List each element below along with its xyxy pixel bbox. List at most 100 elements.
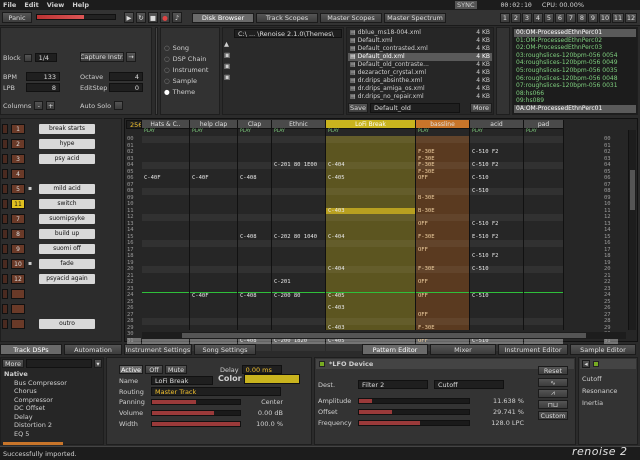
- instrument-row[interactable]: 02:OM-ProcessedEthnPerc03: [514, 44, 636, 52]
- pattern-track[interactable]: acid PLAY C-510 F2 C-510 F2 C-510 C-510 C-510 …: [470, 120, 524, 351]
- saw-wave-icon[interactable]: ⩘: [538, 389, 568, 398]
- track-header[interactable]: bassline: [416, 120, 469, 129]
- seq-mute-button[interactable]: [2, 288, 8, 299]
- param-dropdown[interactable]: Cutoff: [434, 380, 504, 389]
- dsp-search[interactable]: [26, 359, 92, 368]
- track-rows[interactable]: C-510 F2 C-510 F2 C-510 C-510 C-510 F2 E-510 …: [470, 136, 523, 351]
- tab-instrument-settings[interactable]: Instrument Settings: [124, 344, 192, 355]
- slot-2[interactable]: 2: [511, 13, 521, 23]
- sequence-slot[interactable]: [2, 287, 120, 301]
- seq-mute-button[interactable]: [2, 228, 8, 239]
- loop-icon[interactable]: ↻: [136, 12, 146, 23]
- track-header[interactable]: Clap: [238, 120, 271, 129]
- slot-1[interactable]: 1: [500, 13, 510, 23]
- amplitude-slider[interactable]: [358, 398, 470, 404]
- pattern-track[interactable]: bassline PLAY F-30E F-30E F-30E F-30E OFF B-30E…: [416, 120, 470, 351]
- block-toggle[interactable]: [23, 53, 32, 62]
- file-row[interactable]: ▤ dblue_rns18-004.xml 4 KB: [348, 29, 492, 37]
- bpm-value[interactable]: 133: [26, 72, 60, 81]
- columns-plus[interactable]: +: [46, 101, 56, 110]
- tab-instrument-editor[interactable]: Instrument Editor: [498, 344, 568, 355]
- slot-7[interactable]: 7: [566, 13, 576, 23]
- sequence-slot[interactable]: 4: [2, 167, 120, 181]
- slot-3[interactable]: 3: [522, 13, 532, 23]
- dsp-item-distortion-2[interactable]: Distortion 2: [4, 421, 67, 429]
- dsp-item-compressor[interactable]: Compressor: [4, 396, 67, 404]
- sequence-slot[interactable]: 7 suomipsyke: [2, 212, 120, 226]
- dsp-more-button[interactable]: More: [2, 359, 24, 368]
- seq-section-label[interactable]: hype: [39, 138, 95, 149]
- sequence-slot[interactable]: outro: [2, 317, 120, 331]
- lfo-reset-button[interactable]: Reset: [538, 366, 568, 375]
- tab-master-scopes[interactable]: Master Scopes: [320, 13, 382, 23]
- frequency-slider[interactable]: [358, 420, 470, 426]
- off-button[interactable]: Off: [145, 365, 163, 374]
- seq-section-label[interactable]: [39, 304, 95, 314]
- stop-icon[interactable]: ■: [148, 12, 158, 23]
- dsp-item-delay[interactable]: Delay: [4, 413, 67, 421]
- pattern-track[interactable]: Clap PLAY C-408 C-408 C-408 C-408: [238, 120, 272, 351]
- instrument-row[interactable]: 04:roughslices-120bpm-056 0049: [514, 59, 636, 67]
- instrument-row[interactable]: 08:hs066: [514, 90, 636, 98]
- seq-mute-button[interactable]: [2, 138, 8, 149]
- seq-mute-button[interactable]: [2, 213, 8, 224]
- pattern-track[interactable]: LoFi Break PLAY C-404 C-405 C-403 C-404 C-404 C…: [326, 120, 416, 351]
- save-filename[interactable]: Default_old: [370, 103, 460, 113]
- slot-12[interactable]: 12: [625, 13, 637, 23]
- play-icon[interactable]: ▶: [124, 12, 134, 23]
- seq-section-label[interactable]: break starts: [39, 123, 95, 134]
- sequence-slot[interactable]: 2 hype: [2, 137, 120, 151]
- filter-nav-icon[interactable]: ◂: [582, 360, 590, 368]
- track-name-field[interactable]: LoFi Break: [151, 376, 213, 385]
- seq-mute-button[interactable]: [2, 168, 8, 179]
- track-header[interactable]: help clap: [190, 120, 237, 129]
- capture-arrow-icon[interactable]: →: [126, 52, 136, 62]
- seq-mute-button[interactable]: [2, 153, 8, 164]
- instrument-row[interactable]: 06:roughslices-120bpm-056 0048: [514, 75, 636, 83]
- pattern-track[interactable]: help clap PLAY C-40F C-40F: [190, 120, 238, 351]
- track-header[interactable]: Hats & C..: [142, 120, 189, 129]
- menu-view[interactable]: View: [47, 1, 65, 9]
- sequence-slot[interactable]: 8 build up: [2, 227, 120, 241]
- track-rows[interactable]: C-201 80 1E00 C-202 80 1040 C-201 C-200 80 C…: [272, 136, 325, 351]
- pattern-track[interactable]: pad PLAY: [524, 120, 564, 351]
- seq-section-label[interactable]: outro: [39, 318, 95, 329]
- pattern-number[interactable]: 256: [126, 120, 142, 129]
- file-row[interactable]: ▤ Default_contrasted.xml 4 KB: [348, 45, 492, 53]
- seq-section-label[interactable]: psyacid again: [39, 273, 95, 284]
- browser-type-song[interactable]: ○ Song: [164, 43, 208, 52]
- horizontal-scrollbar[interactable]: [142, 332, 626, 339]
- tab-automation[interactable]: Automation: [64, 344, 122, 355]
- sequence-slot[interactable]: 9 suomi off: [2, 242, 120, 256]
- seq-mute-button[interactable]: [2, 273, 8, 284]
- octave-value[interactable]: 4: [109, 72, 143, 81]
- slot-6[interactable]: 6: [555, 13, 565, 23]
- seq-mute-button[interactable]: [2, 303, 8, 314]
- instrument-row[interactable]: 01:OM-ProcessedEthnPerc02: [514, 37, 636, 45]
- active-button[interactable]: Active: [119, 365, 143, 374]
- file-row[interactable]: ▤ dr.drips_amiga_os.xml 4 KB: [348, 85, 492, 93]
- slot-8[interactable]: 8: [577, 13, 587, 23]
- lfo-enable-led[interactable]: [319, 361, 325, 367]
- pattern-track[interactable]: Hats & C.. PLAY C-40F: [142, 120, 190, 351]
- dsp-search-toggle[interactable]: ▾: [94, 359, 102, 368]
- sequence-slot[interactable]: 11 switch: [2, 197, 120, 211]
- sequence-slot[interactable]: 5 ▪ mild acid: [2, 182, 120, 196]
- filter-enable-led[interactable]: [593, 361, 599, 367]
- folder-up-icon[interactable]: ▲: [224, 40, 233, 48]
- seq-section-label[interactable]: psy acid: [39, 153, 95, 164]
- pattern-scrollbar[interactable]: [628, 130, 636, 330]
- slot-11[interactable]: 11: [612, 13, 624, 23]
- volume-slider[interactable]: [151, 410, 241, 416]
- tab-sample-editor[interactable]: Sample Editor: [570, 344, 636, 355]
- routing-dropdown[interactable]: Master Track: [151, 387, 281, 396]
- seq-mute-button[interactable]: [2, 243, 8, 254]
- seq-section-label[interactable]: suomipsyke: [39, 213, 95, 224]
- dsp-category-native[interactable]: Native: [4, 370, 67, 378]
- tab-pattern-editor[interactable]: Pattern Editor: [362, 344, 428, 355]
- tab-master-spectrum[interactable]: Master Spectrum: [384, 13, 446, 23]
- seq-section-label[interactable]: build up: [39, 228, 95, 239]
- seq-section-label[interactable]: switch: [39, 198, 95, 209]
- tab-disk-browser[interactable]: Disk Browser: [192, 13, 254, 23]
- delay-value[interactable]: 0.00 ms: [241, 365, 282, 374]
